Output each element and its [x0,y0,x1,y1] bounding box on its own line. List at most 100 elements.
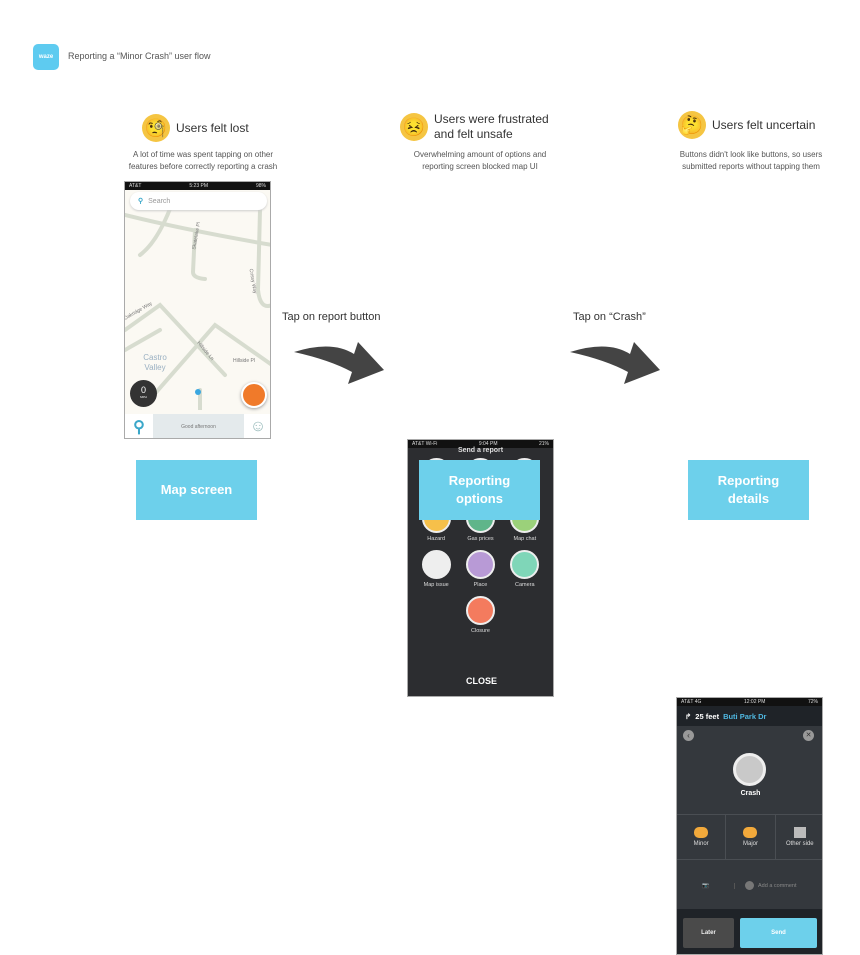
report-item-map-issue[interactable]: Map issue [414,550,458,588]
other-side-icon [793,827,806,838]
close-button[interactable]: ✕ [803,730,814,741]
report-item-label: Map issue [423,582,449,588]
send-button[interactable]: Send [740,918,817,948]
report-item-place[interactable]: Place [458,550,502,588]
battery: 21% [538,441,549,447]
major-crash-icon [743,827,758,838]
time: 5:23 PM [189,183,209,189]
action-bar: Later Send [677,909,822,954]
heading-uncertain: 🤔 Users felt uncertain [678,111,815,139]
waze-logo: waze [33,44,59,70]
location-dot [195,389,201,395]
close-button[interactable]: CLOSE [408,675,553,687]
time: 12:02 PM [743,699,766,705]
minor-crash-icon [694,827,709,838]
distance: 25 feet [695,711,720,721]
report-type: Crash [740,790,761,797]
search-icon: ⚲ [138,198,144,205]
menu-icon[interactable]: ☺ [244,414,270,438]
arrow-right-icon [570,342,660,384]
map-screen-label: Map screen [136,460,257,520]
arrow-label: Tap on report button [282,311,381,323]
comment-placeholder: Add a comment [758,882,797,889]
street-label: Hillside Ln [195,340,215,362]
greeting: Good afternoon [153,414,244,438]
comment-icon [745,881,754,890]
speedometer: 0 MPH [130,380,157,407]
heading-frustrated: 😣 Users were frustrated and felt unsafe [400,112,559,142]
camera-icon [510,550,540,579]
option-minor[interactable]: Minor [677,815,727,859]
street-label: Crissy Way [248,268,258,294]
later-button[interactable]: Later [683,918,734,948]
report-button[interactable] [241,382,267,408]
heading-text: Users felt uncertain [712,118,816,132]
crash-icon [733,753,766,786]
arrow-right-icon [294,342,384,384]
battery: 72% [807,699,818,705]
map-roads: Skatelake Pl Crissy Way Oakridge Way Hil… [125,193,270,410]
comment-input[interactable]: Add a comment [735,881,797,890]
comment-row: 📷 Add a comment [677,873,822,898]
carrier: AT&T 4G [681,699,702,705]
desc-line: Overwhelming amount of options and [413,150,547,159]
page-title: Reporting a “Minor Crash” user flow [68,51,211,61]
desc-uncertain: Buttons didn't look like buttons, so use… [653,149,849,173]
report-title: Send a report [457,447,504,454]
report-item-label: Gas prices [467,536,494,542]
closure-icon [465,596,495,625]
search-placeholder: Search [148,197,171,205]
camera-button[interactable]: 📷 [677,882,735,889]
map-issue-icon [421,550,451,579]
reporting-options-label: Reporting options [419,460,540,520]
status-bar: AT&T 5:23 PM 98% [125,182,270,190]
frustrated-emoji-icon: 😣 [400,113,428,141]
option-label: Major [742,841,758,847]
heading-text: Users felt lost [176,121,249,135]
thinking-emoji-icon: 🤔 [678,111,706,139]
status-bar: AT&T 4G 12:02 PM 72% [677,698,822,706]
speed-unit: MPH [140,395,147,399]
desc-frustrated: Overwhelming amount of options and report… [385,149,575,173]
map-screen: AT&T 5:23 PM 98% Skatelake Pl Crissy Way O… [124,181,271,439]
desc-lost: A lot of time was spent tapping on other… [108,149,298,173]
report-item-label: Map chat [513,536,537,542]
desc-line: features before correctly reporting a cr… [128,162,278,171]
heading-text: Users were frustrated and felt unsafe [434,112,549,141]
report-item-label: Place [473,582,488,588]
arrow-label: Tap on “Crash” [573,311,646,323]
severity-options: Minor Major Other side [677,814,822,860]
heading-lost: 🧐 Users felt lost [142,114,249,142]
option-other-side[interactable]: Other side [776,815,822,859]
search-button[interactable]: ⚲ [125,414,153,438]
report-item-label: Hazard [427,536,446,542]
street-label: Hillside Pl [233,358,255,364]
street-label: Skatelake Pl [191,222,202,250]
bottom-bar: ⚲ Good afternoon ☺ [125,414,270,438]
turn-right-icon: ↱ [685,711,692,721]
report-item-label: Closure [471,628,490,634]
desc-line: Buttons didn't look like buttons, so use… [679,150,823,159]
desc-line: submitted reports without tapping them [682,162,820,171]
monocle-emoji-icon: 🧐 [142,114,170,142]
speed-value: 0 [140,385,146,395]
back-button[interactable]: ‹ [683,730,694,741]
reporting-details-screen: AT&T 4G 12:02 PM 72% ↱ 25 feet Buti Park Dr … [676,697,823,955]
desc-line: reporting screen blocked map UI [422,162,538,171]
reporting-details-label: Reporting details [688,460,809,520]
carrier: AT&T [129,183,142,189]
carrier: AT&T Wi-Fi [412,441,438,447]
report-item-closure[interactable]: Closure [458,596,502,634]
report-item-label: Camera [515,582,535,588]
nav-bar: ↱ 25 feet Buti Park Dr [677,706,822,726]
search-input[interactable]: ⚲ Search [130,192,267,210]
option-label: Other side [785,841,814,847]
place-label: Castro Valley [143,353,167,372]
place-icon [465,550,495,579]
battery: 98% [255,183,266,189]
street: Buti Park Dr [723,711,767,721]
desc-line: A lot of time was spent tapping on other [132,150,274,159]
option-label: Minor [693,841,709,847]
report-item-camera[interactable]: Camera [503,550,547,588]
option-major[interactable]: Major [726,815,776,859]
